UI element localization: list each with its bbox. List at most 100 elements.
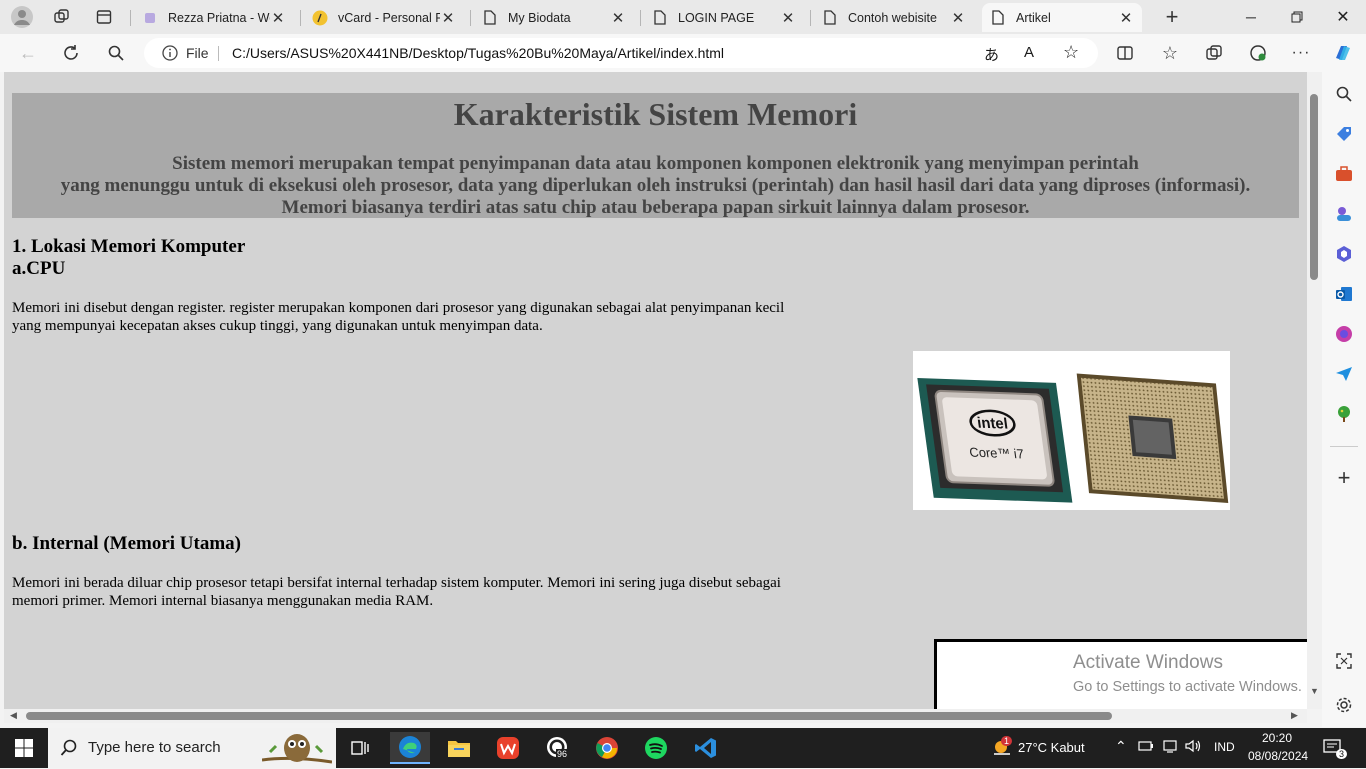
settings-more-icon[interactable]: ··· <box>1288 40 1314 66</box>
battery-icon[interactable] <box>1138 739 1154 756</box>
close-tab-icon[interactable]: ✕ <box>950 9 966 27</box>
intro-line: Sistem memori merupakan tempat penyimpan… <box>172 153 1139 174</box>
profile-tab-icon <box>142 10 158 26</box>
url-text[interactable]: C:/Users/ASUS%20X441NB/Desktop/Tugas%20B… <box>232 45 724 61</box>
file-explorer-icon[interactable] <box>439 732 479 764</box>
sidebar-search-icon[interactable] <box>1332 82 1356 106</box>
tab-vcard[interactable]: vCard - Personal Po ✕ <box>304 3 464 32</box>
watermark-title: Activate Windows <box>1073 652 1223 673</box>
intro-line: Memori biasanya terdiri atas satu chip a… <box>281 197 1030 218</box>
back-icon[interactable]: ← <box>15 40 41 66</box>
tray-overflow-icon[interactable]: ⌃ <box>1115 738 1127 755</box>
horizontal-scrollbar[interactable]: ◀ ▶ <box>4 709 1307 723</box>
input-language-label[interactable]: IND <box>1214 740 1235 754</box>
cpu-paragraph: Memori ini disebut dengan register. regi… <box>12 300 785 334</box>
subsection-heading-internal: b. Internal (Memori Utama) <box>12 533 242 554</box>
taskbar-search-box[interactable]: Type here to search <box>48 728 336 768</box>
favorite-star-icon[interactable]: ☆ <box>1063 42 1079 63</box>
tab-separator <box>300 10 301 26</box>
outlook-icon[interactable] <box>1332 282 1356 306</box>
page-icon <box>652 10 668 26</box>
page-icon <box>482 10 498 26</box>
minimize-icon[interactable]: ─ <box>1228 0 1274 34</box>
page-header: Karakteristik Sistem Memori Sistem memor… <box>12 93 1299 218</box>
scroll-left-icon[interactable]: ◀ <box>10 710 17 721</box>
page-icon <box>990 10 1006 26</box>
address-bar[interactable]: File C:/Users/ASUS%20X441NB/Desktop/Tuga… <box>144 38 1098 68</box>
whatsapp-icon[interactable]: 96 <box>538 732 578 764</box>
workspaces-icon[interactable] <box>50 5 74 29</box>
cpu-image: intel Core™ i7 <box>913 351 1230 510</box>
translate-icon[interactable]: あ <box>984 44 999 65</box>
send-icon[interactable] <box>1332 362 1356 386</box>
volume-icon[interactable] <box>1185 739 1201 756</box>
tools-briefcase-icon[interactable] <box>1332 162 1356 186</box>
close-tab-icon[interactable]: ✕ <box>780 9 796 27</box>
scroll-right-icon[interactable]: ▶ <box>1291 710 1298 721</box>
tab-artikel[interactable]: Artikel ✕ <box>982 3 1142 32</box>
tab-separator <box>130 10 131 26</box>
tab-actions-icon[interactable] <box>92 5 116 29</box>
close-tab-icon[interactable]: ✕ <box>270 9 286 27</box>
close-tab-icon[interactable]: ✕ <box>610 9 626 27</box>
horizontal-scroll-thumb[interactable] <box>26 712 1112 720</box>
tab-login-page[interactable]: LOGIN PAGE ✕ <box>644 3 804 32</box>
tab-label: My Biodata <box>508 10 571 25</box>
add-sidebar-app-icon[interactable]: + <box>1332 465 1356 490</box>
tab-contoh-website[interactable]: Contoh webisite ✕ <box>814 3 974 32</box>
tab-label: Contoh webisite <box>848 10 937 25</box>
page-icon <box>822 10 838 26</box>
page-intro: Sistem memori merupakan tempat penyimpan… <box>12 153 1299 219</box>
browser-essentials-icon[interactable] <box>1245 40 1271 66</box>
favorites-icon[interactable]: ☆ <box>1157 40 1183 66</box>
restore-icon[interactable] <box>1274 0 1320 34</box>
close-tab-icon[interactable]: ✕ <box>1118 9 1134 27</box>
scroll-down-icon[interactable]: ▼ <box>1310 686 1319 696</box>
close-tab-icon[interactable]: ✕ <box>440 9 456 27</box>
split-screen-icon[interactable] <box>1112 40 1138 66</box>
chrome-icon[interactable] <box>587 732 627 764</box>
shopping-tag-icon[interactable] <box>1332 122 1356 146</box>
read-aloud-icon[interactable]: A <box>1024 44 1034 61</box>
games-icon[interactable] <box>1332 202 1356 226</box>
tab-separator <box>810 10 811 26</box>
tab-label: vCard - Personal Po <box>338 10 440 25</box>
new-tab-icon[interactable]: + <box>1160 4 1184 29</box>
task-view-icon[interactable] <box>340 732 380 764</box>
weather-badge: 1 <box>1001 736 1013 746</box>
edge-taskbar-icon[interactable] <box>390 732 430 764</box>
refresh-icon[interactable] <box>58 40 84 66</box>
tree-icon[interactable] <box>1332 402 1356 426</box>
copilot-icon[interactable] <box>1330 40 1356 66</box>
clock-date[interactable]: 08/08/2024 <box>1248 749 1308 763</box>
microsoft-365-icon[interactable] <box>1332 242 1356 266</box>
subsection-heading-cpu: a.CPU <box>12 258 66 279</box>
weather-text[interactable]: 27°C Kabut <box>1018 740 1085 755</box>
vertical-scroll-thumb[interactable] <box>1310 94 1318 280</box>
tab-label: Artikel <box>1016 10 1051 25</box>
wps-office-icon[interactable] <box>488 732 528 764</box>
sidebar-divider <box>1330 446 1358 447</box>
tab-my-biodata[interactable]: My Biodata ✕ <box>474 3 634 32</box>
info-icon[interactable] <box>162 45 178 64</box>
search-icon[interactable] <box>103 40 129 66</box>
windows-start-icon[interactable] <box>4 732 44 764</box>
spotify-icon[interactable] <box>636 732 676 764</box>
copilot-sidebar-icon[interactable] <box>1332 322 1356 346</box>
clock-time[interactable]: 20:20 <box>1262 731 1292 745</box>
tab-rezza-priatna[interactable]: Rezza Priatna - Web ✕ <box>134 3 294 32</box>
sidebar-settings-icon[interactable] <box>1332 693 1356 717</box>
screenshot-icon[interactable] <box>1332 649 1356 673</box>
whatsapp-badge: 96 <box>556 749 569 759</box>
tab-label: Rezza Priatna - Web <box>168 10 270 25</box>
network-icon[interactable] <box>1162 739 1178 756</box>
weather-icon[interactable]: 1 <box>982 732 1022 764</box>
vscode-icon[interactable] <box>686 732 726 764</box>
page-title: Karakteristik Sistem Memori <box>453 96 858 132</box>
profile-avatar-icon[interactable] <box>10 5 34 29</box>
close-window-icon[interactable]: ✕ <box>1320 0 1366 34</box>
collections-icon[interactable] <box>1201 40 1227 66</box>
tab-separator <box>640 10 641 26</box>
windows-taskbar: Type here to search 96 1 27°C Kabut ⌃ IN… <box>0 728 1366 768</box>
vertical-scrollbar[interactable]: ▼ <box>1307 72 1322 709</box>
